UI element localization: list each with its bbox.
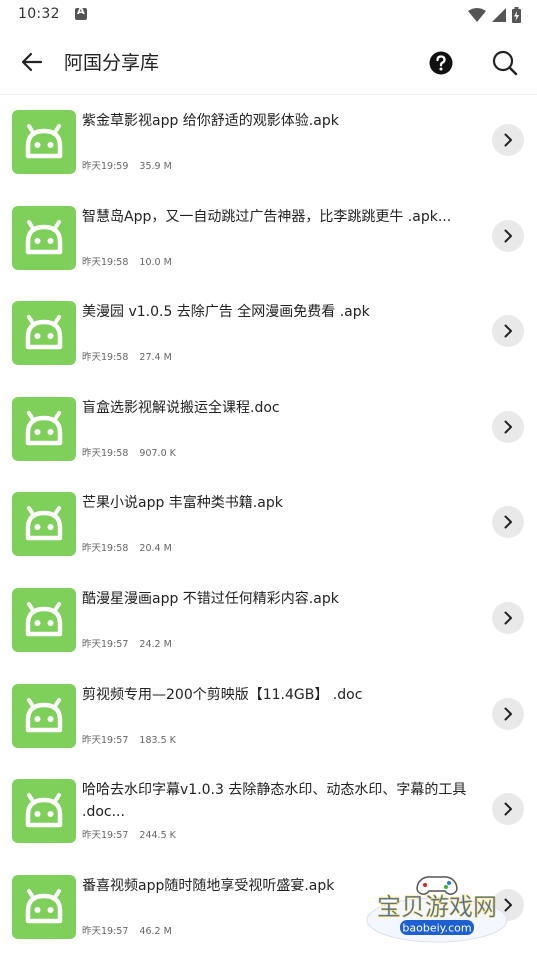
chevron-right-icon xyxy=(504,420,512,434)
file-meta: 昨天19:57 24.2 M xyxy=(82,636,172,650)
file-size: 46.2 M xyxy=(139,925,172,937)
watermark-logo: 宝贝游戏网 baobeiy.com xyxy=(362,868,512,948)
file-meta: 昨天19:57 183.5 K xyxy=(82,732,176,746)
signal-icon xyxy=(492,8,506,22)
status-icons xyxy=(468,6,521,24)
page-title: 阿国分享库 xyxy=(64,52,160,74)
file-list-item[interactable]: 剪视频专用—200个剪映版【11.4GB】 .doc 昨天19:57 183.5… xyxy=(0,674,537,769)
file-meta: 昨天19:57 46.2 M xyxy=(82,923,172,937)
file-name: 盲盒选影视解说搬运全课程.doc xyxy=(82,399,280,416)
chevron-right-icon xyxy=(504,515,512,529)
file-time: 昨天19:58 xyxy=(82,256,129,268)
notification-a-icon xyxy=(75,6,87,20)
search-icon xyxy=(492,50,518,76)
chevron-right-icon xyxy=(504,611,512,625)
file-time: 昨天19:57 xyxy=(82,734,129,746)
open-file-button[interactable] xyxy=(492,410,524,443)
android-file-icon xyxy=(12,874,76,939)
battery-icon xyxy=(512,7,521,23)
help-circle-icon xyxy=(429,51,453,75)
android-file-icon xyxy=(12,492,76,557)
file-name: 芒果小说app 丰富种类书籍.apk xyxy=(82,495,283,512)
file-time: 昨天19:58 xyxy=(82,352,129,364)
chevron-right-icon xyxy=(504,229,512,243)
help-button[interactable] xyxy=(428,50,454,76)
chevron-right-icon xyxy=(504,133,512,147)
file-name: 智慧岛App，又一自动跳过广告神器，比李跳跳更牛 .apk... xyxy=(82,208,452,225)
open-file-button[interactable] xyxy=(492,506,524,539)
file-time: 昨天19:58 xyxy=(82,447,129,459)
open-file-button[interactable] xyxy=(492,793,524,826)
android-file-icon xyxy=(12,205,76,270)
open-file-button[interactable] xyxy=(492,124,524,156)
file-list-item[interactable]: 紫金草影视app 给你舒适的观影体验.apk 昨天19:59 35.9 M xyxy=(0,100,537,195)
status-time: 10:32 xyxy=(18,6,60,22)
file-size: 907.0 K xyxy=(139,447,176,459)
file-size: 35.9 M xyxy=(139,161,172,172)
android-file-icon xyxy=(12,683,76,748)
file-list-item[interactable]: 美漫园 v1.0.5 去除广告 全网漫画免费看 .apk 昨天19:58 27.… xyxy=(0,291,537,386)
file-time: 昨天19:57 xyxy=(82,925,129,937)
file-list-item[interactable]: 酷漫星漫画app 不错过任何精彩内容.apk 昨天19:57 24.2 M xyxy=(0,578,537,673)
file-time: 昨天19:59 xyxy=(82,161,129,172)
file-size: 183.5 K xyxy=(139,734,176,746)
app-bar: 阿国分享库 xyxy=(0,30,537,95)
android-file-icon xyxy=(12,588,76,652)
file-size: 20.4 M xyxy=(139,543,172,555)
file-size: 10.0 M xyxy=(139,256,172,268)
chevron-right-icon xyxy=(504,324,512,338)
file-time: 昨天19:58 xyxy=(82,543,129,555)
watermark-url: baobeiy.com xyxy=(402,922,471,935)
file-size: 244.5 K xyxy=(139,830,176,842)
android-file-icon xyxy=(12,779,76,844)
file-meta: 昨天19:57 244.5 K xyxy=(82,827,176,841)
android-file-icon xyxy=(12,110,76,174)
file-name: 剪视频专用—200个剪映版【11.4GB】 .doc xyxy=(82,686,363,703)
file-list-item[interactable]: 智慧岛App，又一自动跳过广告神器，比李跳跳更牛 .apk... 昨天19:58… xyxy=(0,196,537,291)
status-bar: 10:32 xyxy=(0,0,537,30)
open-file-button[interactable] xyxy=(492,697,524,730)
file-name: 哈哈去水印字幕v1.0.3 去除静态水印、动态水印、字幕的工具 .doc... xyxy=(82,782,467,821)
file-list-item[interactable]: 哈哈去水印字幕v1.0.3 去除静态水印、动态水印、字幕的工具 .doc... … xyxy=(0,769,537,864)
open-file-button[interactable] xyxy=(492,315,524,348)
file-time: 昨天19:57 xyxy=(82,639,129,650)
android-file-icon xyxy=(12,396,76,461)
file-meta: 昨天19:58 20.4 M xyxy=(82,540,172,554)
file-meta: 昨天19:58 907.0 K xyxy=(82,445,176,459)
file-size: 27.4 M xyxy=(139,352,172,364)
file-meta: 昨天19:58 10.0 M xyxy=(82,254,172,268)
wifi-icon xyxy=(468,8,486,22)
file-meta: 昨天19:58 27.4 M xyxy=(82,349,172,363)
file-name: 酷漫星漫画app 不错过任何精彩内容.apk xyxy=(82,591,339,607)
arrow-left-icon xyxy=(21,52,43,72)
chevron-right-icon xyxy=(504,802,512,816)
open-file-button[interactable] xyxy=(492,219,524,252)
android-file-icon xyxy=(12,301,76,366)
file-name: 紫金草影视app 给你舒适的观影体验.apk xyxy=(82,113,339,129)
open-file-button[interactable] xyxy=(492,602,524,634)
back-button[interactable] xyxy=(16,46,48,78)
file-time: 昨天19:57 xyxy=(82,830,129,842)
file-size: 24.2 M xyxy=(139,639,172,650)
file-list-item[interactable]: 芒果小说app 丰富种类书籍.apk 昨天19:58 20.4 M xyxy=(0,482,537,577)
chevron-right-icon xyxy=(504,707,512,721)
search-button[interactable] xyxy=(490,48,520,78)
file-meta: 昨天19:59 35.9 M xyxy=(82,158,172,172)
file-name: 美漫园 v1.0.5 去除广告 全网漫画免费看 .apk xyxy=(82,304,370,321)
file-list-item[interactable]: 盲盒选影视解说搬运全课程.doc 昨天19:58 907.0 K xyxy=(0,387,537,482)
watermark-title: 宝贝游戏网 xyxy=(377,893,497,921)
